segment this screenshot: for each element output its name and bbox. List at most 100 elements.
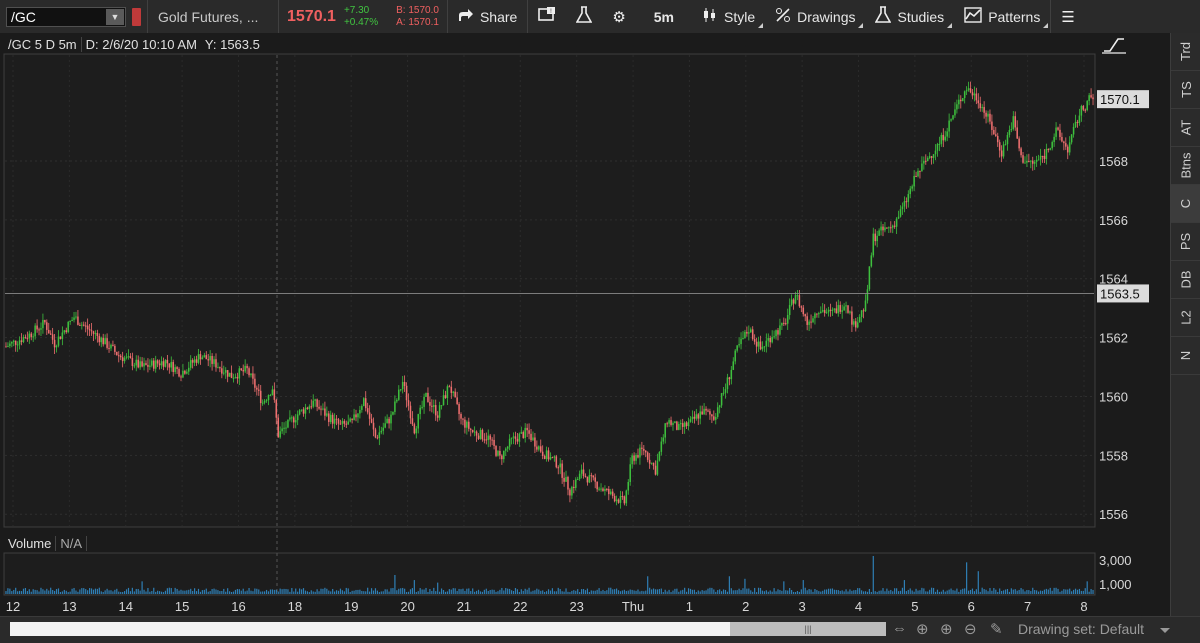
candle-body bbox=[749, 329, 752, 333]
candle-body bbox=[501, 455, 503, 460]
side-tab-db[interactable]: DB bbox=[1171, 261, 1200, 299]
volume-bar bbox=[699, 591, 701, 594]
candle-body bbox=[71, 319, 73, 322]
candle-body bbox=[331, 414, 334, 424]
flask-button[interactable] bbox=[566, 0, 602, 33]
candle-body bbox=[316, 399, 318, 407]
candle-body bbox=[234, 376, 237, 378]
drawing-set-selector[interactable]: Drawing set: Default bbox=[1018, 621, 1144, 637]
candle-body bbox=[213, 359, 215, 364]
zoom-in-icon[interactable]: ⊕ bbox=[940, 620, 953, 638]
volume-bar bbox=[915, 588, 917, 594]
side-tab-btns[interactable]: Btns bbox=[1171, 147, 1200, 185]
expand-time-axis-icon[interactable]: ⇔ bbox=[892, 620, 907, 637]
volume-bar bbox=[777, 589, 779, 594]
share-button[interactable]: Share bbox=[448, 0, 527, 33]
side-tab-trd[interactable]: Trd bbox=[1171, 33, 1200, 71]
bid-price: B: 1570.0 bbox=[396, 4, 439, 16]
candle-body bbox=[30, 333, 33, 337]
chart-options-button[interactable]: ☰ bbox=[1051, 0, 1084, 33]
price-chart[interactable]: 15561558156015621564156615683,0001,00015… bbox=[0, 33, 1170, 616]
volume-bar bbox=[92, 589, 95, 594]
side-tab-c[interactable]: C bbox=[1171, 185, 1200, 223]
candle-body bbox=[84, 325, 87, 327]
draw-tool-icon[interactable]: ✎ bbox=[990, 620, 1003, 638]
volume-bar bbox=[437, 582, 439, 594]
volume-bar bbox=[289, 591, 291, 594]
settings-button[interactable]: ⚙ bbox=[602, 0, 635, 33]
volume-bar bbox=[1063, 589, 1065, 594]
side-tab-l2[interactable]: L2 bbox=[1171, 299, 1200, 337]
candle-body bbox=[254, 378, 256, 388]
patterns-button[interactable]: Patterns bbox=[954, 0, 1050, 33]
style-button[interactable]: Style bbox=[692, 0, 765, 33]
volume-bar bbox=[765, 590, 767, 594]
volume-bar bbox=[392, 588, 394, 594]
symbol-selector[interactable]: /GC ▼ bbox=[6, 6, 126, 27]
side-tab-at[interactable]: AT bbox=[1171, 109, 1200, 147]
volume-bar bbox=[386, 589, 388, 594]
drawings-button[interactable]: Drawings bbox=[765, 0, 865, 33]
candle-body bbox=[609, 491, 612, 495]
zoom-out-icon[interactable]: ⊖ bbox=[964, 620, 977, 638]
volume-bar bbox=[75, 590, 77, 594]
volume-bar bbox=[20, 591, 23, 594]
volume-bar bbox=[18, 590, 21, 594]
candle-body bbox=[864, 300, 867, 312]
candle-body bbox=[676, 421, 678, 430]
volume-bar bbox=[53, 590, 56, 594]
candle-body bbox=[709, 411, 711, 415]
candle-body bbox=[732, 361, 735, 370]
volume-bar bbox=[911, 590, 913, 594]
volume-bar bbox=[38, 591, 40, 594]
scrollbar-thumb[interactable]: ||| bbox=[730, 622, 886, 636]
volume-bar bbox=[672, 590, 674, 594]
chevron-down-icon[interactable] bbox=[1160, 628, 1170, 633]
volume-bar bbox=[417, 591, 419, 594]
chevron-down-icon[interactable]: ▼ bbox=[106, 8, 124, 25]
studies-button[interactable]: Studies bbox=[865, 0, 954, 33]
volume-bar bbox=[1045, 588, 1047, 594]
candle-body bbox=[104, 338, 106, 345]
crosshair-icon[interactable]: ⊕ bbox=[916, 620, 929, 638]
volume-bar bbox=[300, 589, 303, 594]
symbol-input[interactable]: /GC bbox=[11, 9, 36, 25]
volume-bar bbox=[637, 589, 639, 594]
candle-body bbox=[149, 365, 151, 367]
symbol-link-flag-icon[interactable] bbox=[132, 7, 141, 26]
side-panel: Trd TS AT Btns C PS DB L2 N bbox=[1170, 33, 1200, 616]
volume-bar bbox=[761, 590, 764, 594]
volume-bar bbox=[794, 592, 797, 594]
side-tab-ts[interactable]: TS bbox=[1171, 71, 1200, 109]
candle-body bbox=[909, 188, 912, 195]
timeframe-button[interactable]: 5m bbox=[636, 0, 692, 33]
volume-bar bbox=[186, 590, 188, 594]
candle-body bbox=[394, 401, 396, 412]
chart-messages-button[interactable]: ! bbox=[528, 0, 566, 33]
candle-body bbox=[306, 407, 309, 409]
share-label: Share bbox=[479, 8, 518, 25]
volume-bar bbox=[55, 589, 58, 594]
volume-bar bbox=[507, 588, 509, 594]
volume-bar bbox=[754, 587, 756, 594]
volume-bar bbox=[320, 588, 322, 594]
volume-bar bbox=[897, 591, 900, 594]
candle-body bbox=[57, 336, 60, 346]
volume-bar bbox=[810, 589, 812, 594]
candle-body bbox=[802, 307, 805, 315]
side-tab-ps[interactable]: PS bbox=[1171, 223, 1200, 261]
volume-bar bbox=[540, 590, 542, 594]
side-tab-n[interactable]: N bbox=[1171, 337, 1200, 375]
volume-bar bbox=[818, 591, 820, 594]
volume-bar bbox=[24, 587, 27, 594]
candle-body bbox=[816, 313, 818, 315]
volume-bar bbox=[654, 589, 657, 594]
candle-body bbox=[936, 144, 939, 151]
candle-body bbox=[464, 419, 466, 428]
volume-bar bbox=[40, 587, 42, 594]
candle-body bbox=[1010, 129, 1013, 131]
volume-bar bbox=[841, 590, 843, 594]
candle-body bbox=[407, 400, 410, 406]
candle-body bbox=[701, 411, 703, 415]
dropdown-corner-icon bbox=[1043, 23, 1049, 28]
